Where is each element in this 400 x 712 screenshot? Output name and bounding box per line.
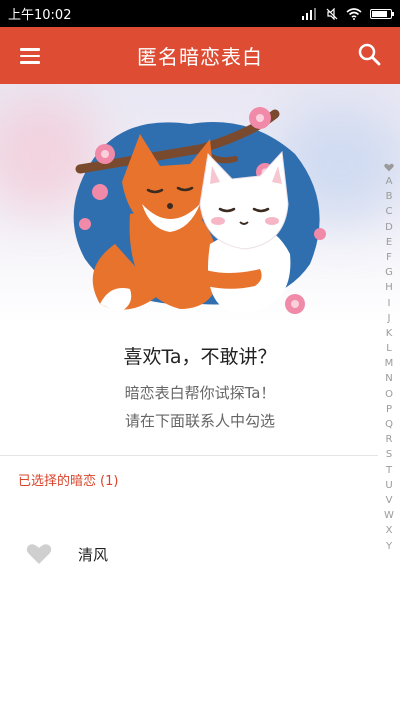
alphabet-letter[interactable]: X [378,523,400,538]
alphabet-letter[interactable]: T [378,463,400,478]
heart-icon[interactable] [26,543,52,565]
contact-list-item[interactable]: 清风 [0,530,378,578]
alphabet-letter[interactable]: Y [378,539,400,554]
alphabet-letter[interactable]: C [378,204,400,219]
menu-icon-bar [20,61,40,64]
battery-icon [370,8,394,19]
alphabet-letter[interactable]: G [378,265,400,280]
fox-cat-illustration [73,107,326,314]
search-icon[interactable] [354,39,386,71]
status-time: 上午10:02 [8,8,72,23]
wifi-icon [346,7,362,20]
selected-count: (1) [100,474,119,489]
alphabet-letter[interactable]: N [378,371,400,386]
alphabet-letter[interactable]: S [378,447,400,462]
alphabet-letter[interactable]: R [378,432,400,447]
selected-label: 已选择的暗恋 [18,474,97,489]
alphabet-letter[interactable]: P [378,402,400,417]
mute-icon [326,7,338,20]
alphabet-letter[interactable]: B [378,189,400,204]
selected-section-header: 已选择的暗恋 (1) [18,470,118,489]
alphabet-letter[interactable]: A [378,174,400,189]
menu-icon-bar [20,54,40,58]
app-bar: 匿名暗恋表白 [0,27,400,84]
alphabet-letter[interactable]: Q [378,417,400,432]
alphabet-letter[interactable]: H [378,280,400,295]
alphabet-index[interactable]: ABCDEFGHIJKLMNOPQRSTUVWXY [378,160,400,554]
hero-banner [0,84,400,324]
alphabet-letter[interactable]: L [378,341,400,356]
alphabet-letter[interactable]: W [378,508,400,523]
alphabet-letter[interactable]: I [378,296,400,311]
status-icons [302,7,394,20]
alphabet-letter[interactable]: F [378,250,400,265]
alphabet-letter[interactable]: O [378,387,400,402]
alphabet-letter[interactable]: V [378,493,400,508]
status-bar: 上午10:02 [0,0,400,27]
menu-icon [20,48,40,51]
intro-line-1: 暗恋表白帮你试探Ta！ [124,384,276,402]
alphabet-letter[interactable]: K [378,326,400,341]
alphabet-letter[interactable]: D [378,220,400,235]
intro-headline: 喜欢Ta，不敢讲？ [123,346,277,368]
heart-icon[interactable] [378,160,400,174]
alphabet-letter[interactable]: M [378,356,400,371]
alphabet-letters: ABCDEFGHIJKLMNOPQRSTUVWXY [378,174,400,554]
menu-button[interactable] [14,41,46,71]
divider [0,455,378,456]
contact-name: 清风 [78,546,109,564]
alphabet-letter[interactable]: J [378,311,400,326]
alphabet-letter[interactable]: E [378,235,400,250]
signal-icon [302,7,316,20]
page-title: 匿名暗恋表白 [137,45,263,69]
alphabet-letter[interactable]: U [378,478,400,493]
intro-line-2: 请在下面联系人中勾选 [124,412,275,430]
